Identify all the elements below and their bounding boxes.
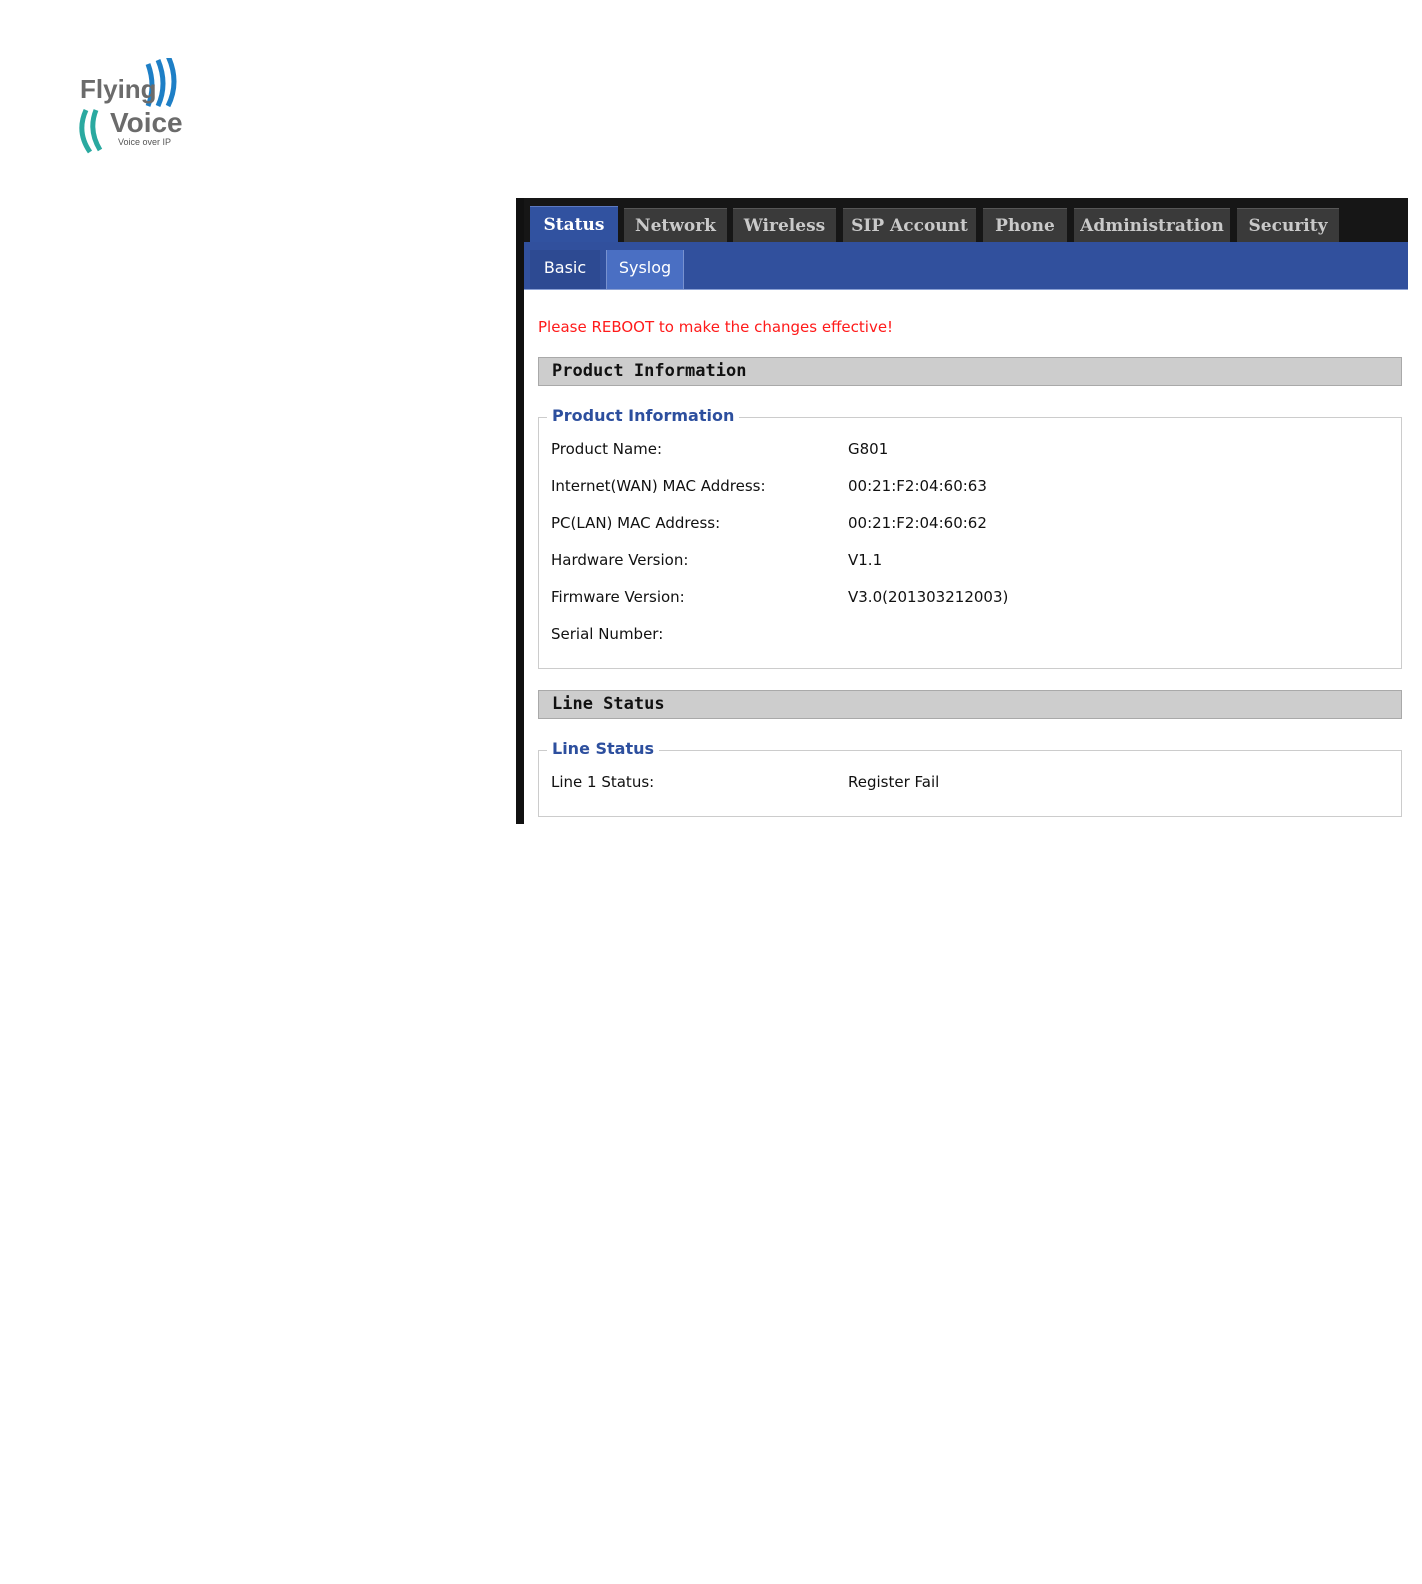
serial-number-label: Serial Number: <box>551 625 664 643</box>
reboot-notice: Please REBOOT to make the changes effect… <box>538 318 894 336</box>
router-web-ui: Status Network Wireless SIP Account Phon… <box>516 198 1408 824</box>
line-status-header: Line Status <box>538 690 1402 719</box>
logo-line2: Voice <box>110 107 183 138</box>
tab-wireless[interactable]: Wireless <box>733 208 836 242</box>
line1-status-label: Line 1 Status: <box>551 773 655 791</box>
tab-status[interactable]: Status <box>530 206 618 244</box>
product-info-header: Product Information <box>538 357 1402 386</box>
logo-wave-icon <box>155 59 166 108</box>
wan-mac-value: 00:21:F2:04:60:63 <box>848 477 987 495</box>
tab-sip-account[interactable]: SIP Account <box>843 208 976 242</box>
logo-wave-icon <box>79 108 93 154</box>
lan-mac-value: 00:21:F2:04:60:62 <box>848 514 987 532</box>
product-info-fieldset: Product Information Product Name: G801 I… <box>538 405 1402 669</box>
lan-mac-label: PC(LAN) MAC Address: <box>551 514 721 532</box>
main-tab-bar: Status Network Wireless SIP Account Phon… <box>524 198 1408 244</box>
logo-wave-icon <box>90 109 103 152</box>
line-status-legend: Line Status <box>547 738 660 760</box>
frame-left-border <box>516 198 524 824</box>
logo-graphic: Flying Voice Voice over IP <box>79 58 183 154</box>
hardware-version-value: V1.1 <box>848 551 883 569</box>
logo-tagline: Voice over IP <box>118 137 171 147</box>
line-status-fieldset: Line Status Line 1 Status: Register Fail <box>538 738 1402 817</box>
subtab-syslog[interactable]: Syslog <box>606 250 684 289</box>
page: Flying Voice Voice over IP Status Networ… <box>0 0 1422 1584</box>
flying-voice-logo: Flying Voice Voice over IP <box>78 58 186 154</box>
tab-phone[interactable]: Phone <box>983 208 1067 242</box>
tab-network[interactable]: Network <box>624 208 727 242</box>
sub-tab-bar: Basic Syslog <box>524 242 1408 290</box>
logo-wave-icon <box>165 58 177 108</box>
tab-security[interactable]: Security <box>1237 208 1339 242</box>
subtab-basic[interactable]: Basic <box>530 250 600 289</box>
logo-line1: Flying <box>80 74 157 104</box>
product-info-legend: Product Information <box>547 405 740 427</box>
tab-administration[interactable]: Administration <box>1074 208 1230 242</box>
wan-mac-label: Internet(WAN) MAC Address: <box>551 477 766 495</box>
line1-status-value: Register Fail <box>848 773 940 791</box>
product-name-label: Product Name: <box>551 440 663 458</box>
firmware-version-label: Firmware Version: <box>551 588 685 606</box>
firmware-version-value: V3.0(201303212003) <box>848 588 1009 606</box>
product-name-value: G801 <box>848 440 889 458</box>
hardware-version-label: Hardware Version: <box>551 551 689 569</box>
